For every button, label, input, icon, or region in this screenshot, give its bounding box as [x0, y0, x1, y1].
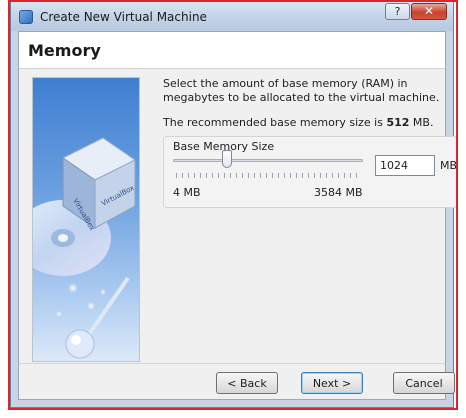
- memory-size-input[interactable]: [375, 155, 435, 176]
- memory-slider-thumb[interactable]: [222, 150, 232, 168]
- close-button[interactable]: ✕: [411, 3, 447, 20]
- help-button[interactable]: ?: [385, 3, 410, 20]
- recommended-suffix: MB.: [409, 116, 434, 129]
- memory-unit-label: MB: [440, 159, 458, 172]
- memory-description: Select the amount of base memory (RAM) i…: [163, 77, 440, 104]
- memory-min-label: 4 MB: [173, 186, 201, 199]
- recommended-memory-text: The recommended base memory size is 512 …: [163, 116, 459, 129]
- window-title: Create New Virtual Machine: [40, 10, 207, 24]
- dialog-client-area: Memory VirtualBox VirtualBox Select the …: [18, 31, 457, 400]
- cancel-button[interactable]: Cancel: [393, 372, 455, 394]
- memory-max-label: 3584 MB: [314, 186, 363, 199]
- recommended-prefix: The recommended base memory size is: [163, 116, 387, 129]
- memory-slider-ticks: [176, 173, 362, 178]
- page-title: Memory: [28, 41, 101, 60]
- page-header: Memory: [19, 32, 445, 69]
- next-button[interactable]: Next >: [301, 372, 363, 394]
- memory-slider-track[interactable]: [173, 159, 363, 162]
- recommended-memory-value: 512: [386, 116, 410, 129]
- virtualbox-logo-illustration: VirtualBox VirtualBox: [32, 77, 140, 362]
- back-button[interactable]: < Back: [216, 372, 278, 394]
- virtualbox-icon: [19, 10, 33, 24]
- title-bar[interactable]: Create New Virtual Machine ? ✕: [11, 1, 453, 31]
- base-memory-group: Base Memory Size 4 MB 3584 MB MB: [163, 136, 457, 208]
- footer-divider: [19, 363, 445, 364]
- wizard-window: Create New Virtual Machine ? ✕ Memory Vi…: [10, 0, 457, 408]
